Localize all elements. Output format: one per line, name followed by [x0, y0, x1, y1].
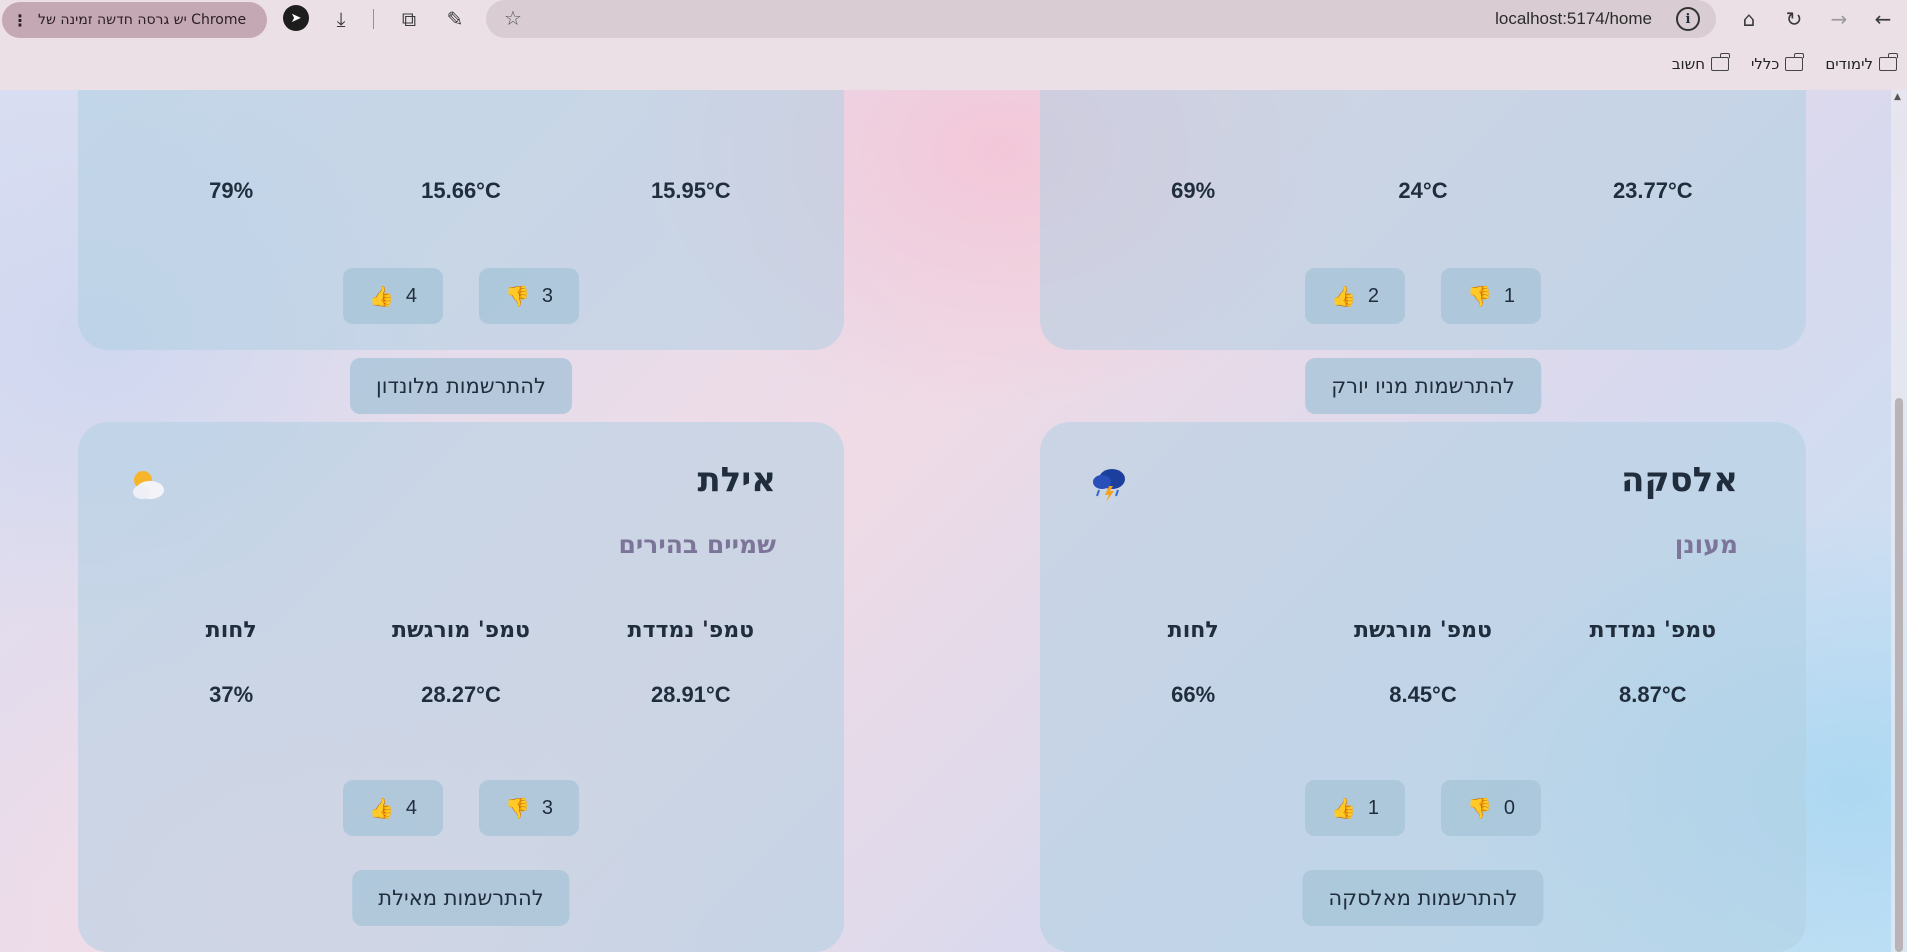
dislike-count: 3 [541, 796, 554, 819]
register-impression-button[interactable]: להתרשמות מאילת [352, 870, 570, 926]
vote-buttons: 👍 1 👎 0 [1040, 780, 1806, 836]
download-icon[interactable]: ⤓ [326, 4, 356, 34]
folder-icon [1711, 53, 1730, 71]
measured-temp-value: 15.95°C [650, 178, 731, 203]
address-bar[interactable]: ☆ localhost:5174/home i [486, 0, 1716, 38]
like-button[interactable]: 👍 4 [343, 780, 443, 836]
folder-icon [1879, 53, 1898, 71]
chrome-update-button[interactable]: ⋮ יש גרסה חדשה זמינה של Chrome [2, 2, 267, 38]
city-card-london: 15.95°C 15.66°C 79% 👍 4 👎 3 להתרשמות מלו… [78, 90, 844, 414]
measured-temp-value: 28.91°C [650, 682, 731, 707]
dislike-button[interactable]: 👎 3 [479, 780, 579, 836]
humidity-value: 66% [1171, 682, 1216, 707]
site-info-icon[interactable]: i [1676, 7, 1700, 31]
thumbs-up-icon: 👍 [368, 285, 394, 308]
bookmark-folder-important[interactable]: חשוב [1672, 53, 1730, 73]
thumbs-down-icon: 👎 [504, 285, 530, 308]
city-name: אלסקה [1621, 460, 1738, 500]
folder-icon [1785, 53, 1805, 71]
dislike-button[interactable]: 👎 1 [1441, 268, 1541, 324]
metric-values: 15.95°C 15.66°C 79% [118, 178, 804, 204]
home-icon[interactable]: ⌂ [1734, 4, 1764, 34]
humidity-value: 37% [209, 682, 254, 707]
measured-temp-value: 23.77°C [1612, 178, 1693, 203]
like-count: 4 [405, 284, 418, 307]
feels-like-temp-label: טמפ' מורגשת [392, 618, 530, 643]
like-button[interactable]: 👍 1 [1305, 780, 1405, 836]
humidity-value: 79% [209, 178, 254, 203]
reload-icon[interactable]: ↻ [1779, 4, 1809, 34]
city-card-eilat: אילת שמיים בהירים טמפ' נמדדת טמפ' מורגשת… [78, 422, 844, 952]
measured-temp-value: 8.87°C [1619, 682, 1687, 707]
register-impression-button[interactable]: להתרשמות מלונדון [350, 358, 572, 414]
feels-like-temp-value: 24°C [1398, 178, 1448, 203]
vote-buttons: 👍 4 👎 3 [78, 780, 844, 836]
city-card-alaska: אלסקה מעונן טמפ' נמדדת טמפ' מורגשת לחות … [1040, 422, 1806, 952]
metric-labels: טמפ' נמדדת טמפ' מורגשת לחות [1080, 618, 1766, 643]
thunderstorm-icon [1093, 469, 1125, 502]
thumbs-down-icon: 👎 [1466, 797, 1492, 820]
feels-like-temp-label: טמפ' מורגשת [1354, 618, 1492, 643]
url-text[interactable]: localhost:5174/home [1495, 9, 1652, 29]
browser-toolbar: ⋮ יש גרסה חדשה זמינה של Chrome ➤ ⤓ ⧉ ✎ ☆… [0, 0, 1907, 90]
city-card-new-york: 23.77°C 24°C 69% 👍 2 👎 1 להתרשמות מניו י… [1040, 90, 1806, 414]
thumbs-up-icon: 👍 [368, 797, 394, 820]
like-count: 4 [405, 796, 418, 819]
register-impression-button[interactable]: להתרשמות מניו יורק [1305, 358, 1541, 414]
forward-icon[interactable]: → [1824, 4, 1854, 34]
feels-like-temp-value: 28.27°C [421, 682, 501, 707]
feels-like-temp-value: 8.45°C [1389, 682, 1457, 707]
update-notice-label: יש גרסה חדשה זמינה של Chrome [38, 12, 247, 28]
metric-values: 28.91°C 28.27°C 37% [118, 682, 804, 708]
bookmark-folder-studies[interactable]: לימודים [1825, 53, 1898, 73]
menu-dots-icon: ⋮ [12, 10, 28, 30]
dislike-button[interactable]: 👎 0 [1441, 780, 1541, 836]
dislike-count: 3 [541, 284, 554, 307]
dislike-count: 0 [1503, 796, 1516, 819]
thumbs-down-icon: 👎 [1466, 285, 1492, 308]
humidity-value: 69% [1171, 178, 1216, 203]
eyedropper-icon[interactable]: ✎ [440, 4, 470, 34]
toolbar-divider [373, 9, 374, 29]
humidity-label: לחות [1167, 618, 1219, 643]
feels-like-temp-value: 15.66°C [421, 178, 501, 203]
metric-labels: טמפ' נמדדת טמפ' מורגשת לחות [118, 618, 804, 643]
dislike-button[interactable]: 👎 3 [479, 268, 579, 324]
city-name: אילת [697, 460, 776, 500]
bookmarks-bar: לימודים כללי חשוב [1672, 52, 1907, 76]
thumbs-up-icon: 👍 [1330, 797, 1356, 820]
measured-temp-label: טמפ' נמדדת [627, 618, 755, 643]
back-icon[interactable]: ← [1868, 4, 1898, 34]
metric-values: 8.87°C 8.45°C 66% [1080, 682, 1766, 708]
scrollbar-thumb[interactable] [1895, 398, 1903, 952]
weather-page: 15.95°C 15.66°C 79% 👍 4 👎 3 להתרשמות מלו… [0, 90, 1907, 952]
weather-description: שמיים בהירים [618, 530, 776, 559]
extension-send-icon[interactable]: ➤ [283, 5, 309, 31]
page-scrollbar[interactable]: ▲ [1891, 90, 1907, 952]
measured-temp-label: טמפ' נמדדת [1589, 618, 1717, 643]
like-count: 1 [1367, 796, 1380, 819]
scroll-up-icon[interactable]: ▲ [1894, 92, 1901, 102]
extensions-puzzle-icon[interactable]: ⧉ [394, 4, 424, 34]
like-button[interactable]: 👍 2 [1305, 268, 1405, 324]
vote-buttons: 👍 2 👎 1 [1040, 268, 1806, 324]
metric-values: 23.77°C 24°C 69% [1080, 178, 1766, 204]
dislike-count: 1 [1503, 284, 1516, 307]
bookmark-folder-general[interactable]: כללי [1751, 53, 1805, 73]
vote-buttons: 👍 4 👎 3 [78, 268, 844, 324]
thumbs-up-icon: 👍 [1330, 285, 1356, 308]
humidity-label: לחות [205, 618, 257, 643]
like-button[interactable]: 👍 4 [343, 268, 443, 324]
thumbs-down-icon: 👎 [504, 797, 530, 820]
partly-cloudy-icon [133, 471, 164, 499]
like-count: 2 [1367, 284, 1380, 307]
bookmark-star-icon[interactable]: ☆ [504, 6, 522, 30]
register-impression-button[interactable]: להתרשמות מאלסקה [1302, 870, 1544, 926]
weather-description: מעונן [1674, 530, 1738, 559]
